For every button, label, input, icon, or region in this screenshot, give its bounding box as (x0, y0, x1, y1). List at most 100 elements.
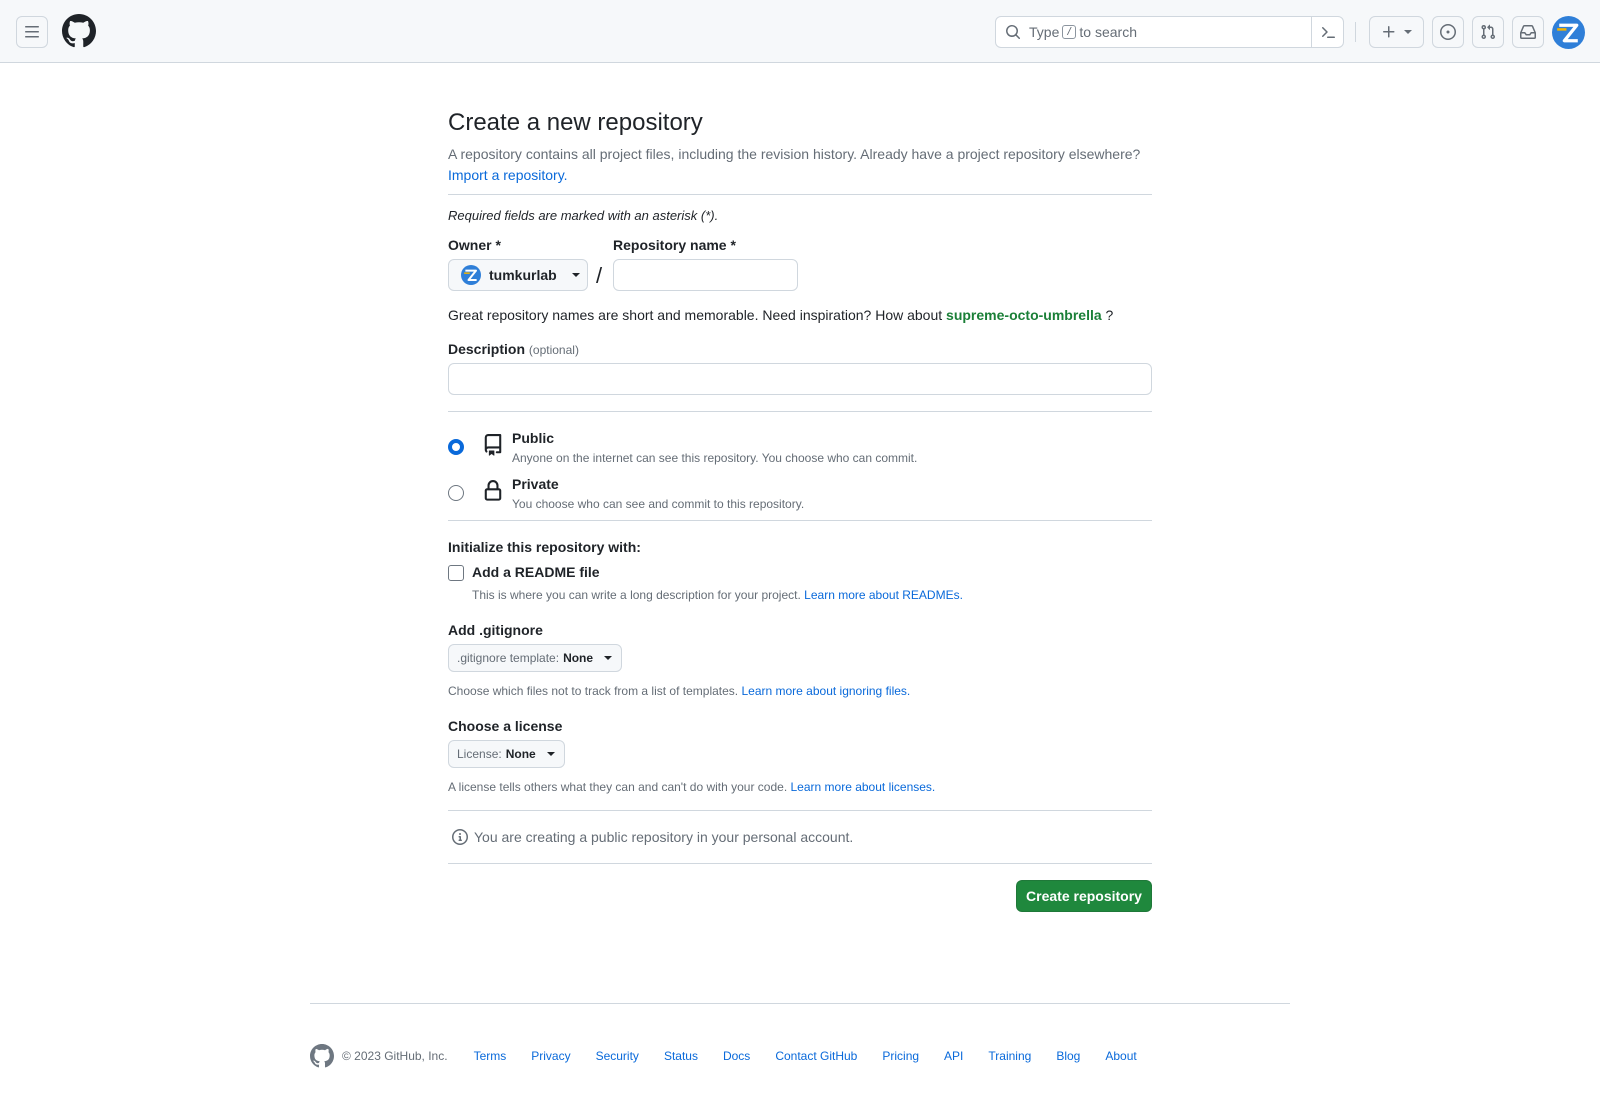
repository-name-input[interactable] (613, 259, 798, 291)
footer-link-privacy[interactable]: Privacy (531, 1049, 570, 1063)
readme-description-text: This is where you can write a long descr… (472, 588, 801, 602)
caret-down-icon (546, 752, 555, 756)
private-radio[interactable] (448, 485, 464, 501)
owner-repo-separator: / (596, 263, 603, 288)
visibility-public-option[interactable]: Public Anyone on the internet can see th… (448, 426, 1152, 472)
readme-option[interactable]: Add a README file (448, 563, 1152, 585)
visibility-options: Public Anyone on the internet can see th… (448, 426, 1152, 518)
owner-field: Owner * tumkurlab (448, 237, 588, 291)
form-actions: Create repository (448, 880, 1152, 928)
caret-down-icon (571, 273, 580, 277)
gitignore-prefix: .gitignore template: (457, 651, 560, 665)
subtitle-text: A repository contains all project files,… (448, 146, 1141, 162)
private-title: Private (512, 476, 559, 492)
issues-button[interactable] (1432, 16, 1464, 48)
page-subtitle: A repository contains all project files,… (448, 144, 1152, 186)
gitignore-template-dropdown[interactable]: .gitignore template: None (448, 644, 623, 672)
footer-divider (310, 1003, 1290, 1004)
menu-button[interactable] (16, 16, 48, 48)
divider (448, 194, 1152, 195)
github-mark-icon[interactable] (310, 1044, 334, 1068)
create-repository-button[interactable]: Create repository (1016, 880, 1152, 912)
footer-link-pricing[interactable]: Pricing (882, 1049, 919, 1063)
suggested-name-link[interactable]: supreme-octo-umbrella (946, 307, 1102, 323)
readme-checkbox[interactable] (448, 565, 464, 581)
license-prefix: License: (457, 747, 502, 761)
required-fields-note: Required fields are marked with an aster… (448, 208, 719, 223)
owner-repo-row: Owner * tumkurlab / Repository name * (448, 237, 1152, 297)
license-heading: Choose a license (448, 718, 563, 734)
gitignore-value: None (563, 651, 594, 665)
public-radio[interactable] (448, 439, 464, 455)
copyright: © 2023 GitHub, Inc. (342, 1049, 448, 1063)
git-pull-request-icon (1481, 24, 1496, 40)
inbox-icon (1520, 25, 1536, 39)
footer-link-security[interactable]: Security (596, 1049, 639, 1063)
gitignore-note: Choose which files not to track from a l… (448, 684, 1152, 698)
caret-down-icon (604, 656, 613, 660)
gitignore-section: Add .gitignore .gitignore template: None… (448, 622, 1152, 698)
info-icon (452, 829, 468, 845)
visibility-info-text: You are creating a public repository in … (474, 829, 854, 845)
issue-opened-icon (1440, 24, 1456, 40)
owner-avatar (461, 265, 481, 285)
license-note-text: A license tells others what they can and… (448, 780, 788, 794)
search-input[interactable]: Type / to search (995, 16, 1344, 48)
caret-down-icon (1403, 30, 1412, 34)
public-title: Public (512, 430, 555, 446)
pull-requests-button[interactable] (1472, 16, 1504, 48)
lock-icon (484, 480, 502, 501)
learn-readmes-link[interactable]: Learn more about READMEs. (804, 588, 963, 602)
divider (448, 520, 1152, 521)
license-dropdown[interactable]: License: None (448, 740, 565, 768)
search-icon (1005, 24, 1021, 40)
public-description: Anyone on the internet can see this repo… (512, 451, 918, 465)
search-placeholder-suffix: to search (1079, 24, 1137, 40)
initialize-heading: Initialize this repository with: (448, 539, 641, 555)
footer-link-docs[interactable]: Docs (723, 1049, 750, 1063)
import-repository-link[interactable]: Import a repository. (448, 167, 568, 183)
new-repository-form: Create a new repository A repository con… (448, 108, 1152, 928)
footer-link-about[interactable]: About (1105, 1049, 1136, 1063)
private-description: You choose who can see and commit to thi… (512, 497, 805, 511)
footer-link-contact[interactable]: Contact GitHub (775, 1049, 857, 1063)
owner-dropdown[interactable]: tumkurlab (448, 259, 588, 291)
user-avatar[interactable] (1552, 16, 1585, 49)
divider (448, 411, 1152, 412)
search-placeholder-prefix: Type (1029, 24, 1060, 40)
footer-link-terms[interactable]: Terms (474, 1049, 507, 1063)
description-input[interactable] (448, 363, 1152, 395)
license-note: A license tells others what they can and… (448, 780, 1152, 794)
site-footer: © 2023 GitHub, Inc. Terms Privacy Securi… (310, 1044, 1162, 1068)
owner-label: Owner * (448, 237, 501, 253)
notifications-button[interactable] (1512, 16, 1544, 48)
owner-value: tumkurlab (489, 267, 557, 283)
create-new-button[interactable] (1369, 16, 1424, 48)
optional-hint: (optional) (528, 343, 579, 357)
footer-link-blog[interactable]: Blog (1056, 1049, 1080, 1063)
license-section: Choose a license License: None A license… (448, 718, 1152, 794)
gitignore-note-text: Choose which files not to track from a l… (448, 684, 739, 698)
repository-name-label: Repository name * (613, 237, 736, 253)
footer-link-training[interactable]: Training (988, 1049, 1031, 1063)
license-value: None (505, 747, 536, 761)
repository-name-field: Repository name * (613, 237, 798, 291)
repo-icon (484, 434, 502, 456)
page-title: Create a new repository (448, 109, 703, 136)
hamburger-icon (25, 26, 39, 38)
readme-description: This is where you can write a long descr… (472, 588, 1152, 602)
footer-link-status[interactable]: Status (664, 1049, 698, 1063)
terminal-icon (1321, 27, 1335, 38)
divider (448, 810, 1152, 811)
global-header: Type / to search (0, 0, 1600, 63)
gitignore-heading: Add .gitignore (448, 622, 543, 638)
learn-ignoring-files-link[interactable]: Learn more about ignoring files. (741, 684, 910, 698)
command-palette-button[interactable] (1311, 17, 1343, 47)
search-shortcut-key: / (1062, 25, 1077, 39)
description-label-text: Description (448, 341, 526, 357)
learn-licenses-link[interactable]: Learn more about licenses. (791, 780, 936, 794)
github-logo-icon[interactable] (62, 14, 96, 48)
visibility-private-option[interactable]: Private You choose who can see and commi… (448, 472, 1152, 518)
footer-link-api[interactable]: API (944, 1049, 963, 1063)
visibility-info: You are creating a public repository in … (448, 827, 1152, 847)
